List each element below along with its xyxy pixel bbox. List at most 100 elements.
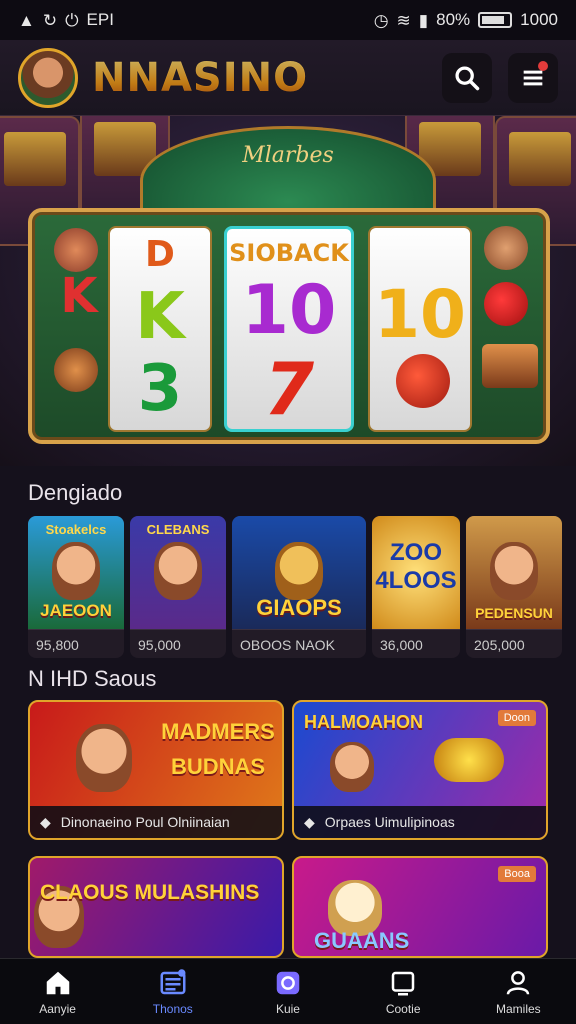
promo-tag: Doon (497, 710, 536, 726)
promo-footer: ◆ Dinonaeino Poul Olniinaian (30, 806, 282, 838)
jackpot-sign-icon (482, 344, 538, 388)
nav-item-home[interactable]: Aanyie (10, 968, 106, 1016)
symbol-k: K (60, 268, 98, 324)
tomato-icon (484, 282, 528, 326)
reel-2: SIOBACK 10 7 (224, 226, 354, 432)
avatar[interactable] (18, 47, 78, 108)
game-card[interactable]: ZOO 4LOOS 36,000 (372, 516, 460, 658)
game-card[interactable]: GIAOPS OBOOS NAOK (232, 516, 366, 658)
signal-icon: ▲ (18, 10, 35, 30)
game-card-name: PEDENSUN (475, 605, 553, 621)
promo-card[interactable]: HALMOAHON Doon ◆ Orpaes Uimulipinoas (292, 700, 548, 840)
battery-percent: 80% (436, 10, 471, 29)
camera-icon (276, 971, 300, 994)
promo-tag: Booa (498, 866, 536, 882)
reel-1: D K 3 (108, 226, 212, 432)
game-card-top-label: Stoakelcs (45, 522, 107, 537)
alarm-icon: ⏻ (65, 10, 79, 30)
coin-stack-icon (434, 738, 504, 782)
character-icon (330, 742, 374, 792)
promo-card[interactable]: CLAOUS MULASHINS (28, 856, 284, 958)
bottom-navigation: Aanyie Thonos Kuie Cootie Mamiles (0, 958, 576, 1024)
promo-card[interactable]: MADMERS BUDNAS ◆ Dinonaeino Poul Olniina… (28, 700, 284, 840)
promo-title: HALMOAHON (304, 712, 423, 732)
game-card[interactable]: Stoakelcs JAEOON 95,800 (28, 516, 124, 658)
diamond-icon: ◆ (304, 813, 315, 830)
reel-3: 10 (368, 226, 472, 432)
character-icon (154, 542, 202, 600)
nav-label: Aanyie (39, 1001, 76, 1016)
game-thumbnail: ZOO 4LOOS (372, 516, 460, 630)
nav-item-profile[interactable]: Mamiles (470, 968, 566, 1016)
meat-icon (484, 226, 528, 270)
game-card-name: ZOO 4LOOS (375, 539, 457, 594)
section-title-promotions: N IHD Saous (28, 666, 157, 691)
meat-icon (54, 228, 98, 272)
cellular-icon: ▮ (418, 10, 429, 30)
featured-games-row: Stoakelcs JAEOON 95,800 CLEBANS 95,000 G… (28, 516, 562, 658)
menu-button[interactable] (508, 52, 558, 103)
game-thumbnail: Stoakelcs JAEOON (28, 516, 124, 630)
game-card-price: 95,000 (138, 637, 181, 653)
promo-footer-text: Orpaes Uimulipinoas (324, 814, 455, 830)
nav-label: Kuie (275, 1001, 300, 1016)
reel-2-bot: 7 (263, 347, 315, 431)
nav-item-live[interactable]: Kuie (240, 968, 336, 1016)
clock-icon: ◷ (373, 10, 389, 30)
game-card-price: 95,800 (36, 637, 79, 653)
character-icon (76, 724, 132, 792)
reel-1-top: D (145, 234, 175, 275)
nav-item-cashier[interactable]: Cootie (355, 968, 451, 1016)
reel-1-bot: 3 (137, 352, 183, 426)
nav-label: Thonos (152, 1001, 193, 1016)
reel-3-mid: 10 (374, 276, 466, 353)
character-icon (52, 542, 100, 600)
pepper-icon (396, 354, 450, 408)
square-icon (391, 971, 415, 995)
status-left-label: EPI (86, 10, 114, 29)
game-thumbnail: GIAOPS (232, 516, 366, 630)
game-thumbnail: PEDENSUN (466, 516, 562, 630)
table-title: Mlarbes (242, 143, 334, 168)
list-icon (160, 968, 186, 994)
character-icon (490, 542, 538, 600)
brand-logo: NNASINO (92, 54, 309, 101)
promo-title: CLAOUS MULASHINS (40, 881, 260, 904)
game-card-price: 36,000 (380, 637, 423, 653)
game-card-price: OBOOS NAOK (240, 637, 335, 653)
reel-2-mid: 10 (241, 271, 337, 350)
profile-icon (507, 970, 530, 995)
status-time: 1000 (520, 10, 558, 29)
diamond-icon: ◆ (40, 813, 51, 830)
reel-2-top: SIOBACK (229, 239, 349, 267)
game-thumbnail: CLEBANS (130, 516, 226, 630)
nav-item-games[interactable]: Thonos (125, 968, 221, 1016)
status-bar: ▲ ↻ ⏻ EPI ◷ ≋ ▮ 80% 1000 (0, 0, 576, 40)
search-button[interactable] (442, 52, 492, 103)
nav-label: Mamiles (496, 1001, 541, 1016)
character-icon (275, 542, 323, 600)
promo-title: MADMERS BUDNAS (161, 719, 275, 780)
game-card-price: 205,000 (474, 637, 525, 653)
game-card-top-label: CLEBANS (146, 522, 210, 537)
notification-dot (538, 60, 548, 71)
wifi-icon: ≋ (396, 10, 411, 30)
bacon-icon (54, 348, 98, 392)
section-title-featured: Dengiado (28, 480, 123, 505)
reel-1-mid: K (135, 280, 185, 354)
app-header: NNASINO (0, 40, 576, 116)
promo-card[interactable]: Booa GUAANS (292, 856, 548, 958)
game-card-name: JAEOON (40, 601, 112, 620)
promo-title: GUAANS (314, 928, 410, 953)
battery-icon (478, 12, 513, 28)
sync-icon: ↻ (42, 10, 58, 30)
game-card-name: GIAOPS (256, 595, 342, 620)
game-card[interactable]: CLEBANS 95,000 (130, 516, 226, 658)
game-card[interactable]: PEDENSUN 205,000 (466, 516, 562, 658)
home-icon (46, 971, 69, 994)
slot-reels: K D K 3 SIOBACK 10 7 10 (28, 208, 550, 444)
hero-banner[interactable]: Mlarbes K D K 3 SIOBACK 10 7 10 (0, 116, 576, 466)
search-icon (455, 65, 480, 90)
nav-label: Cootie (385, 1001, 421, 1016)
promo-footer: ◆ Orpaes Uimulipinoas (294, 806, 546, 838)
